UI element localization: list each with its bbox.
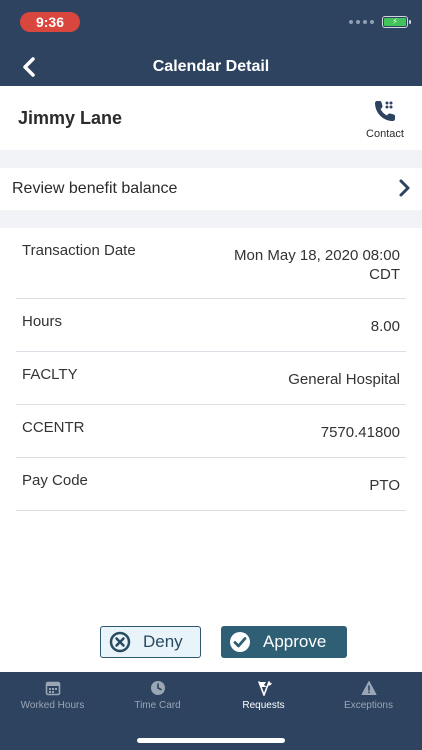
home-indicator[interactable]	[137, 738, 285, 743]
detail-value: 8.00	[370, 318, 400, 335]
detail-row-ccentr: CCENTR 7570.41800	[16, 405, 406, 458]
detail-value: 7570.41800	[320, 424, 400, 441]
signal-icon	[349, 20, 374, 24]
detail-row-faclty: FACLTY General Hospital	[16, 352, 406, 405]
top-navigation-bar: 9:36 ⚡ Calendar Detail	[0, 0, 422, 86]
detail-list: Transaction Date Mon May 18, 2020 08:00 …	[0, 228, 422, 511]
flags-icon	[257, 681, 272, 696]
employee-name: Jimmy Lane	[18, 108, 123, 128]
tab-label: Requests	[242, 700, 285, 711]
deny-button[interactable]: Deny	[100, 626, 201, 658]
battery-icon: ⚡	[382, 16, 411, 28]
detail-value: General Hospital	[288, 371, 400, 388]
status-time: 9:36	[20, 12, 80, 32]
tab-label: Worked Hours	[20, 700, 85, 711]
contact-button[interactable]: Contact	[362, 98, 408, 140]
detail-label: Transaction Date	[22, 242, 136, 259]
detail-row-hours: Hours 8.00	[16, 299, 406, 352]
detail-row-transaction-date: Transaction Date Mon May 18, 2020 08:00 …	[16, 228, 406, 299]
detail-row-pay-code: Pay Code PTO	[16, 458, 406, 511]
tab-time-card[interactable]: Time Card	[105, 680, 210, 711]
employee-header: Jimmy Lane Contact	[0, 86, 422, 150]
section-divider	[0, 210, 422, 228]
tab-requests[interactable]: Requests	[211, 680, 316, 711]
check-circle-icon	[229, 631, 251, 653]
tab-label: Exceptions	[344, 700, 393, 711]
chevron-right-icon	[399, 179, 410, 197]
warning-icon	[361, 681, 376, 695]
page-title: Calendar Detail	[152, 58, 270, 75]
review-benefit-balance-row[interactable]: Review benefit balance	[0, 168, 422, 210]
tab-exceptions[interactable]: Exceptions	[316, 680, 421, 711]
status-icons: ⚡	[349, 16, 411, 28]
section-divider	[0, 150, 422, 168]
phone-icon	[375, 101, 395, 121]
approve-button[interactable]: Approve	[221, 626, 347, 658]
tab-label: Time Card	[134, 700, 181, 711]
contact-label: Contact	[366, 128, 404, 140]
detail-label: Hours	[22, 313, 63, 330]
clock-icon	[150, 681, 165, 695]
detail-value-line: CDT	[369, 266, 400, 283]
approve-label: Approve	[263, 632, 327, 651]
detail-label: Pay Code	[22, 472, 88, 489]
detail-value: PTO	[369, 477, 400, 494]
calendar-icon	[45, 681, 60, 696]
review-benefit-balance-label: Review benefit balance	[12, 180, 178, 197]
tab-worked-hours[interactable]: Worked Hours	[0, 680, 105, 711]
detail-value-line: Mon May 18, 2020 08:00	[234, 247, 400, 264]
detail-label: FACLTY	[22, 366, 78, 383]
detail-value: Mon May 18, 2020 08:00 CDT	[234, 246, 400, 284]
detail-label: CCENTR	[22, 419, 85, 436]
cancel-circle-icon	[109, 631, 131, 653]
deny-label: Deny	[143, 632, 183, 651]
